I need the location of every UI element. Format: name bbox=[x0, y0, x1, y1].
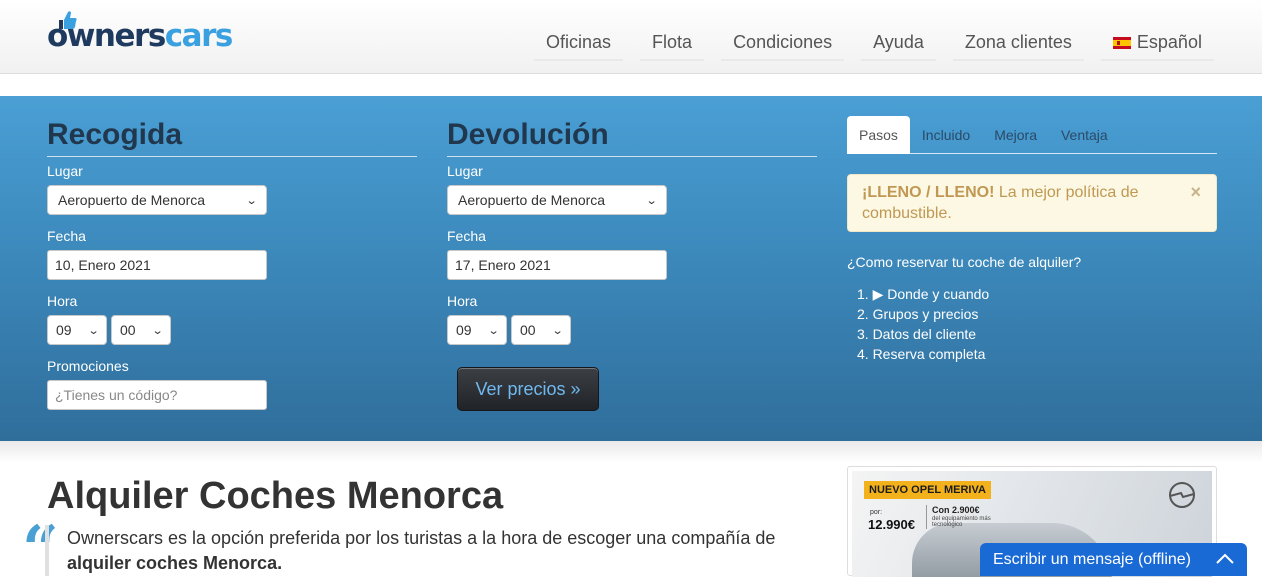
language-selector[interactable]: Español bbox=[1100, 28, 1214, 61]
close-icon[interactable]: × bbox=[1190, 182, 1201, 203]
tab-incluido[interactable]: Incluido bbox=[910, 116, 982, 154]
nav-condiciones[interactable]: Condiciones bbox=[721, 28, 845, 61]
ver-precios-button[interactable]: Ver precios » bbox=[457, 367, 599, 411]
return-time-row: 09 ⌄ 00 ⌄ bbox=[447, 315, 817, 345]
alert-bold-text: ¡LLENO / LLENO! bbox=[862, 184, 995, 201]
return-form: Devolución Lugar Aeropuerto de Menorca ⌄… bbox=[447, 118, 817, 345]
intro-quote: Ownerscars es la opción preferida por lo… bbox=[67, 526, 797, 576]
intro-quote-text: Ownerscars es la opción preferida por lo… bbox=[67, 528, 776, 548]
section-shadow bbox=[0, 441, 1262, 463]
chevron-up-icon[interactable] bbox=[1215, 551, 1235, 567]
pickup-hour-select[interactable]: 09 ⌄ bbox=[47, 315, 107, 345]
info-tabs: Pasos Incluido Mejora Ventaja bbox=[847, 116, 1217, 154]
tab-pasos[interactable]: Pasos bbox=[847, 116, 910, 154]
chevron-down-icon: ⌄ bbox=[487, 324, 500, 337]
return-hour-value: 09 bbox=[456, 322, 472, 338]
booking-band: Recogida Lugar Aeropuerto de Menorca ⌄ F… bbox=[0, 96, 1262, 441]
return-minute-value: 00 bbox=[520, 322, 536, 338]
chevron-down-icon: ⌄ bbox=[87, 324, 100, 337]
promo-code-input[interactable]: ¿Tienes un código? bbox=[47, 380, 267, 410]
tab-mejora[interactable]: Mejora bbox=[982, 116, 1049, 154]
pickup-title: Recogida bbox=[47, 118, 417, 157]
step-item: 1. ▶ Donde y cuando bbox=[857, 286, 990, 302]
promo-por: por: bbox=[870, 509, 883, 516]
intro-quote-bold: alquiler coches Menorca. bbox=[67, 553, 283, 573]
howto-title: ¿Como reservar tu coche de alquiler? bbox=[847, 254, 1082, 270]
return-place-value: Aeropuerto de Menorca bbox=[458, 192, 606, 208]
step-item: 3. Datos del cliente bbox=[857, 326, 977, 342]
chat-label: Escribir un mensaje (offline) bbox=[993, 550, 1192, 568]
promo-save: Con 2.900€ bbox=[932, 505, 980, 515]
return-hour-select[interactable]: 09 ⌄ bbox=[447, 315, 507, 345]
return-date-label: Fecha bbox=[447, 228, 486, 244]
promo-tag: NUEVO OPEL MERIVA bbox=[864, 481, 991, 499]
logo-cars-text: cars bbox=[164, 18, 234, 54]
return-place-label: Lugar bbox=[447, 163, 483, 179]
nav-zona-clientes[interactable]: Zona clientes bbox=[952, 28, 1084, 61]
pickup-time-row: 09 ⌄ 00 ⌄ bbox=[47, 315, 417, 345]
pickup-date-field[interactable]: 10, Enero 2021 bbox=[47, 250, 267, 280]
page-title: Alquiler Coches Menorca bbox=[47, 475, 504, 517]
chevron-down-icon: ⌄ bbox=[645, 194, 658, 207]
promo-divider bbox=[926, 505, 927, 529]
language-label: Español bbox=[1136, 32, 1202, 52]
nav-flota[interactable]: Flota bbox=[640, 28, 705, 61]
return-time-label: Hora bbox=[447, 293, 478, 309]
chevron-down-icon: ⌄ bbox=[551, 324, 564, 337]
promo-price: 12.990€ bbox=[868, 517, 915, 532]
quote-icon: “ bbox=[22, 512, 59, 587]
return-title: Devolución bbox=[447, 118, 817, 157]
pickup-form: Recogida Lugar Aeropuerto de Menorca ⌄ F… bbox=[47, 118, 417, 410]
logo[interactable]: ownerscars bbox=[47, 8, 234, 54]
pickup-minute-select[interactable]: 00 ⌄ bbox=[111, 315, 171, 345]
main-nav: Oficinas Flota Condiciones Ayuda Zona cl… bbox=[534, 28, 1231, 61]
pickup-place-value: Aeropuerto de Menorca bbox=[58, 192, 206, 208]
chevron-down-icon: ⌄ bbox=[245, 194, 258, 207]
thumbs-up-logo-icon bbox=[59, 11, 77, 29]
chat-widget[interactable]: Escribir un mensaje (offline) bbox=[980, 543, 1247, 576]
quote-divider bbox=[45, 525, 49, 576]
return-date-field[interactable]: 17, Enero 2021 bbox=[447, 250, 667, 280]
pickup-hour-value: 09 bbox=[56, 322, 72, 338]
pickup-time-label: Hora bbox=[47, 293, 78, 309]
promo-save-detail: del equipamiento más tecnológico bbox=[932, 516, 991, 528]
tab-ventaja[interactable]: Ventaja bbox=[1049, 116, 1120, 154]
pickup-place-label: Lugar bbox=[47, 163, 83, 179]
nav-ayuda[interactable]: Ayuda bbox=[861, 28, 936, 61]
promo-code-label: Promociones bbox=[47, 358, 129, 374]
spain-flag-icon bbox=[1112, 36, 1131, 49]
pickup-place-select[interactable]: Aeropuerto de Menorca ⌄ bbox=[47, 185, 267, 215]
return-minute-select[interactable]: 00 ⌄ bbox=[511, 315, 571, 345]
booking-steps: 1. ▶ Donde y cuando 2. Grupos y precios … bbox=[857, 284, 989, 364]
site-header: ownerscars Oficinas Flota Condiciones Ay… bbox=[0, 0, 1262, 74]
nav-oficinas[interactable]: Oficinas bbox=[534, 28, 624, 61]
pickup-date-label: Fecha bbox=[47, 228, 86, 244]
step-item: 4. Reserva completa bbox=[857, 346, 986, 362]
return-place-select[interactable]: Aeropuerto de Menorca ⌄ bbox=[447, 185, 667, 215]
opel-logo-icon bbox=[1169, 482, 1195, 508]
pickup-minute-value: 00 bbox=[120, 322, 136, 338]
fuel-policy-alert: ¡LLENO / LLENO! La mejor política de com… bbox=[847, 174, 1217, 232]
step-item: 2. Grupos y precios bbox=[857, 306, 979, 322]
chevron-down-icon: ⌄ bbox=[151, 324, 164, 337]
